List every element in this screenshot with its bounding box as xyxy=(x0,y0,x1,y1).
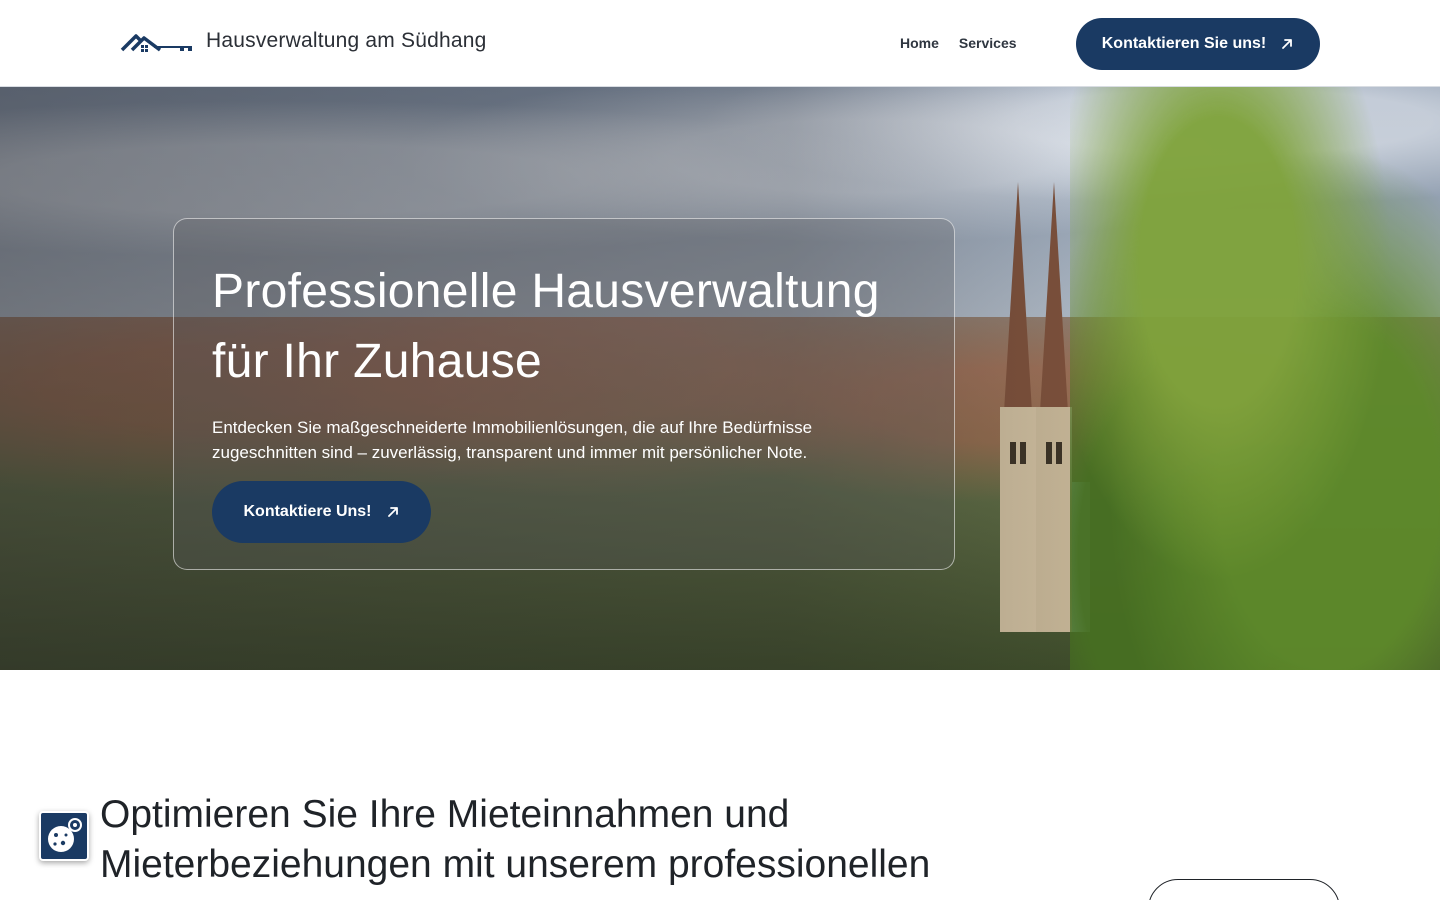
cookie-settings-icon xyxy=(48,818,82,852)
hero-title: Professionelle Hausverwaltung für Ihr Zu… xyxy=(212,265,880,388)
contact-button-label: Kontaktieren Sie uns! xyxy=(1101,35,1267,52)
house-key-logo-icon xyxy=(120,34,192,52)
arrow-up-right-icon xyxy=(387,507,398,517)
hero-card: Professionelle Hausverwaltung für Ihr Zu… xyxy=(173,218,955,570)
hero-contact-button[interactable]: Kontaktiere Uns! xyxy=(212,481,431,543)
brand-name: Hausverwaltung am Südhang xyxy=(206,29,487,52)
contact-button[interactable]: Kontaktieren Sie uns! xyxy=(1076,18,1320,70)
hero-section: Professionelle Hausverwaltung für Ihr Zu… xyxy=(0,87,1440,670)
nav-link-services[interactable]: Services xyxy=(959,35,1017,51)
main-nav: Home Services xyxy=(900,35,1017,51)
arrow-up-right-icon xyxy=(1282,39,1293,49)
site-header: Hausverwaltung am Südhang Home Services … xyxy=(0,0,1440,87)
cookie-settings-button[interactable] xyxy=(39,811,89,861)
hero-contact-button-label: Kontaktiere Uns! xyxy=(243,503,372,520)
hero-description: Entdecken Sie maßgeschneiderte Immobilie… xyxy=(212,418,813,462)
section-button[interactable] xyxy=(1148,879,1340,900)
section-title: Optimieren Sie Ihre Mieteinnahmen und Mi… xyxy=(100,793,931,886)
nav-link-home[interactable]: Home xyxy=(900,35,939,51)
brand[interactable]: Hausverwaltung am Südhang xyxy=(120,26,487,56)
